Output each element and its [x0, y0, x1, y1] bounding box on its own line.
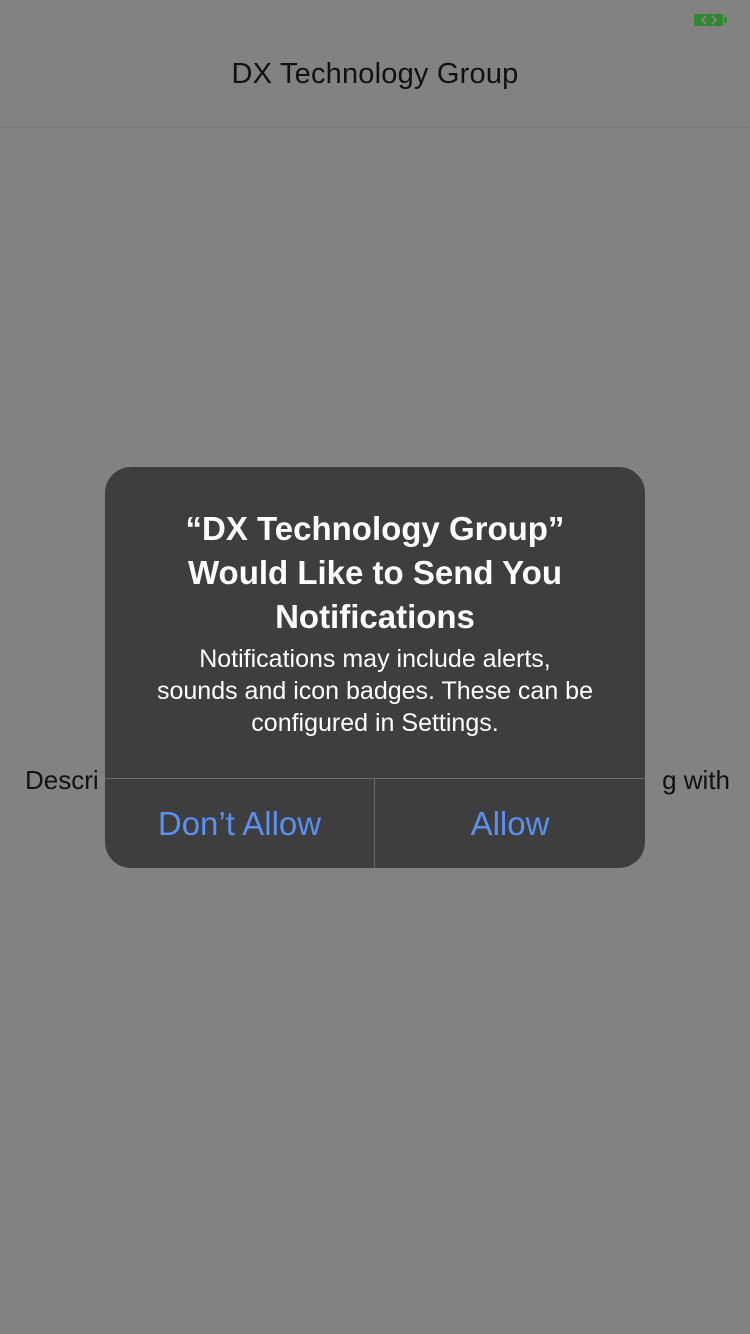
alert-message: Notifications may include alerts, sounds… — [157, 645, 593, 737]
notification-permission-alert: “DX Technology Group” Would Like to Send… — [105, 467, 645, 868]
dont-allow-button[interactable]: Don’t Allow — [105, 779, 374, 868]
allow-button[interactable]: Allow — [375, 779, 645, 868]
alert-title: “DX Technology Group” Would Like to Send… — [185, 510, 565, 635]
